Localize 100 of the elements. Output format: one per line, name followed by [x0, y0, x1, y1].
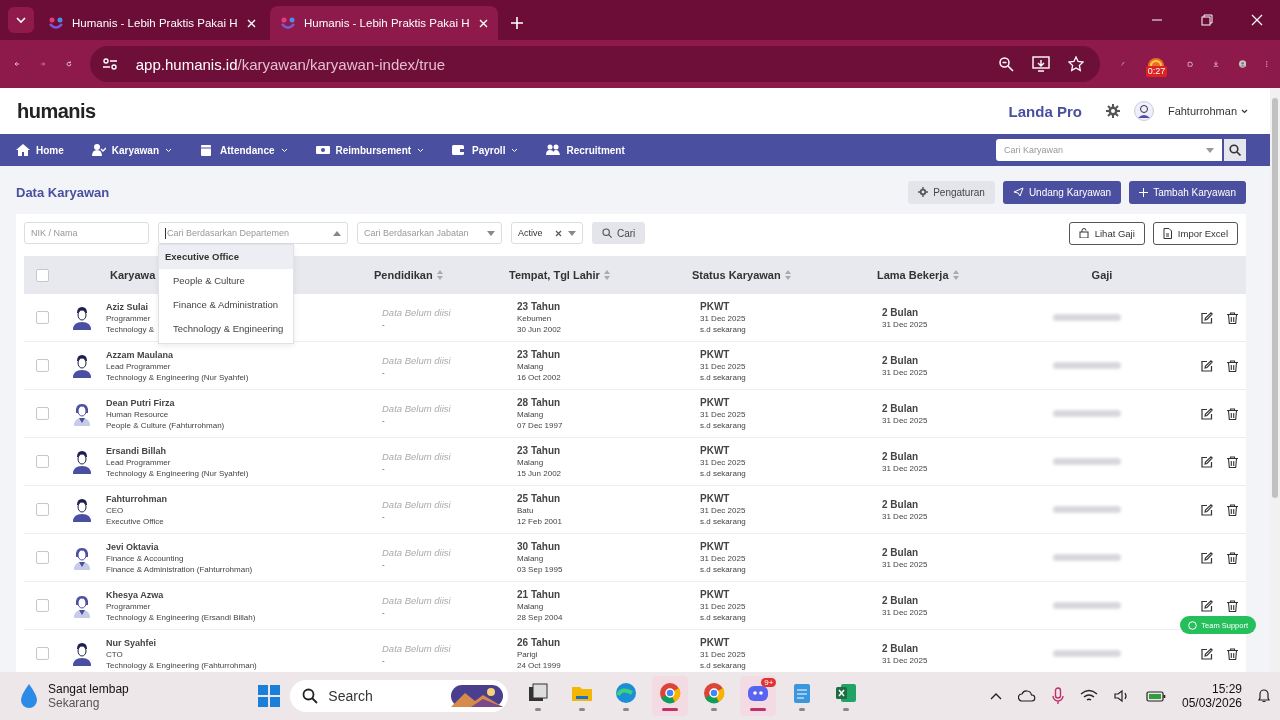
restore-icon[interactable] [1201, 14, 1213, 26]
row-checkbox[interactable] [35, 455, 49, 468]
taskbar-button[interactable]: 9+ [740, 676, 777, 716]
employee-department: Executive Office [106, 516, 165, 526]
status-until: s.d sekarang [700, 661, 747, 670]
clock-date[interactable]: 05/03/2026 [1181, 696, 1242, 710]
dropdown-option[interactable]: Executive Office [159, 245, 293, 269]
column-header[interactable]: Status Karyawan [692, 269, 781, 281]
employee-name[interactable]: Azzam Maulana [106, 349, 249, 360]
edit-icon[interactable] [1201, 407, 1213, 420]
cloud-icon[interactable] [1017, 690, 1036, 702]
delete-icon[interactable] [1227, 503, 1238, 516]
clear-icon[interactable] [555, 229, 562, 237]
employee-name[interactable]: Dean Putri Firza [106, 397, 225, 408]
delete-icon[interactable] [1227, 311, 1238, 324]
scrollbar[interactable] [1270, 88, 1280, 672]
battery-icon[interactable] [1145, 690, 1166, 702]
zoom-icon[interactable] [997, 56, 1014, 72]
weather-title[interactable]: Sangat lembap [48, 682, 129, 696]
edit-icon[interactable] [1201, 311, 1213, 324]
notification-icon[interactable] [1258, 689, 1270, 703]
delete-icon[interactable] [1227, 551, 1238, 564]
delete-icon[interactable] [1227, 407, 1238, 420]
delete-icon[interactable] [1227, 647, 1238, 660]
settings-button[interactable]: Pengaturan [908, 180, 995, 204]
edit-icon[interactable] [1201, 647, 1213, 660]
nav-item[interactable]: Home [16, 144, 64, 156]
employee-name[interactable]: Ersandi Billah [106, 445, 249, 456]
select-all-checkbox[interactable] [35, 268, 49, 282]
taskbar-button[interactable] [652, 676, 689, 716]
close-icon[interactable] [479, 18, 488, 28]
microphone-icon[interactable] [1051, 687, 1064, 705]
employee-department: Technology & Engineering (Nur Syahfei) [106, 468, 249, 478]
column-header[interactable]: Lama Bekerja [877, 269, 949, 281]
edit-icon[interactable] [1201, 599, 1213, 612]
user-menu[interactable]: Fahturrohman [1167, 105, 1237, 117]
search-button[interactable]: Cari [592, 222, 646, 244]
close-icon[interactable] [1251, 14, 1263, 26]
status-until: s.d sekarang [700, 421, 747, 430]
wifi-icon[interactable] [1079, 689, 1098, 703]
company-name: Landa Pro [1008, 102, 1082, 120]
nav-item[interactable]: Recruitment [546, 144, 625, 156]
caret-icon[interactable] [16, 15, 26, 25]
column-header[interactable]: Pendidikan [374, 269, 433, 281]
birth-place: Malang [517, 410, 545, 419]
dropdown-option[interactable]: People & Culture [159, 269, 293, 293]
settings-icon [918, 187, 929, 197]
delete-icon[interactable] [1227, 599, 1238, 612]
nav-item[interactable]: Payroll [452, 144, 519, 156]
tenure-date: 31 Dec 2025 [882, 655, 929, 665]
logo[interactable]: humanis [17, 99, 96, 123]
row-checkbox[interactable] [35, 407, 49, 420]
settings-icon[interactable] [1105, 104, 1120, 118]
volume-icon[interactable] [1113, 689, 1130, 703]
row-checkbox[interactable] [35, 647, 49, 660]
site-info-icon[interactable] [101, 57, 118, 71]
caret-icon[interactable] [1241, 108, 1248, 114]
search-icon[interactable] [1229, 144, 1241, 156]
employee-name[interactable]: Aziz Sulai [106, 301, 155, 312]
add-button[interactable]: Tambah Karyawan [1129, 180, 1246, 204]
row-checkbox[interactable] [35, 599, 49, 612]
edit-icon[interactable] [1201, 359, 1213, 372]
import-excel-button[interactable]: Impor Excel [1152, 221, 1238, 245]
edit-icon[interactable] [1201, 551, 1213, 564]
employee-name[interactable]: Khesya Azwa [106, 589, 256, 600]
employee-name[interactable]: Fahturrohman [106, 493, 167, 504]
plus-icon[interactable] [510, 16, 524, 30]
start-icon[interactable] [258, 685, 281, 707]
employee-name[interactable]: Jevi Oktavia [106, 541, 253, 552]
user-avatar-icon[interactable] [1133, 101, 1154, 121]
nav-item[interactable]: Karyawan [91, 144, 173, 156]
row-checkbox[interactable] [35, 551, 49, 564]
column-header[interactable]: Tempat, Tgl Lahir [509, 269, 600, 281]
row-checkbox[interactable] [35, 503, 49, 516]
invite-button[interactable]: Undang Karyawan [1002, 180, 1122, 204]
taskbar-search-field[interactable]: Search [290, 680, 509, 712]
view-salary-button[interactable]: Lihat Gaji [1068, 221, 1145, 245]
edit-icon[interactable] [1201, 455, 1213, 468]
nav-item[interactable]: Attendance [200, 144, 288, 156]
row-checkbox[interactable] [35, 359, 49, 372]
edit-icon[interactable] [1201, 503, 1213, 516]
star-icon[interactable] [1067, 56, 1084, 72]
install-icon[interactable] [1031, 56, 1050, 72]
browser-tab[interactable]: Humanis - Lebih Praktis Pakai H [38, 6, 266, 40]
birth-date: 30 Jun 2002 [517, 325, 563, 334]
chevron-up-icon[interactable] [989, 692, 1002, 700]
browser-tab[interactable]: Humanis - Lebih Praktis Pakai H [270, 6, 498, 40]
delete-icon[interactable] [1227, 455, 1238, 468]
close-icon[interactable] [247, 18, 256, 28]
row-checkbox[interactable] [35, 311, 49, 324]
avatar-icon [72, 545, 92, 570]
address-bar[interactable]: app.humanis.id/karyawan/karyawan-index/true [89, 46, 1100, 82]
status-select[interactable]: Active [511, 222, 583, 244]
clock-time[interactable]: 15:29 [1212, 682, 1242, 696]
dropdown-option[interactable]: Technology & Engineering [159, 317, 293, 341]
employee-name[interactable]: Nur Syahfei [106, 637, 257, 648]
send-icon [1012, 187, 1024, 197]
nav-item[interactable]: Reimbursement [315, 144, 425, 156]
dropdown-option[interactable]: Finance & Administration [159, 293, 293, 317]
delete-icon[interactable] [1227, 359, 1238, 372]
